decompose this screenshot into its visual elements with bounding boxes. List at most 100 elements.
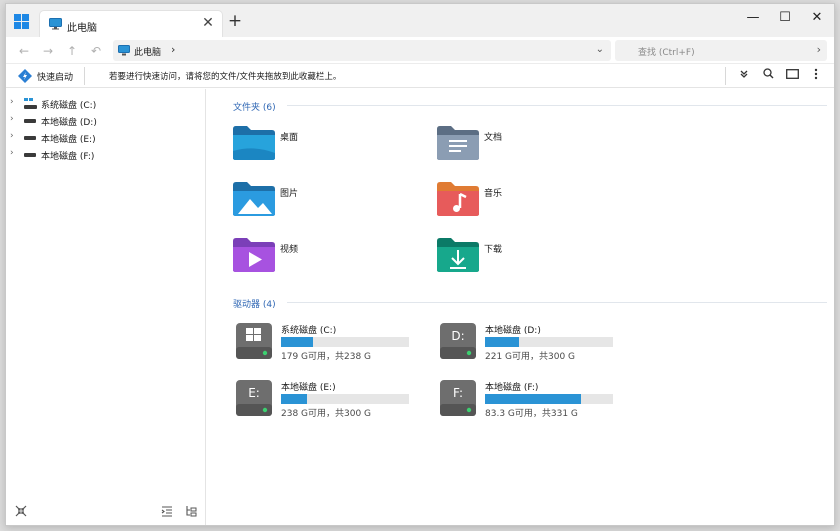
drive-space-info: 238 G可用，共300 G (281, 409, 372, 419)
panel-icon[interactable] (784, 68, 800, 84)
expand-chevron-icon[interactable]: › (10, 131, 14, 141)
expand-chevron-icon[interactable]: › (10, 148, 14, 158)
folder-videos[interactable]: 视频 (232, 237, 432, 279)
sidebar-item-label: 本地磁盘 (E:) (41, 135, 96, 145)
chevrons-down-icon[interactable] (736, 68, 752, 84)
title-bar: 此电脑 ✕ + — ☐ ✕ (6, 4, 834, 37)
drive-letter: F: (453, 386, 463, 400)
folder-music[interactable]: 音乐 (436, 181, 636, 223)
search-placeholder: 查找 (Ctrl+F) (638, 48, 695, 58)
drive-usage-fill (485, 394, 581, 404)
downloads-folder-icon (437, 238, 479, 272)
drive-usage-bar (485, 337, 613, 347)
folder-desktop[interactable]: 桌面 (232, 125, 432, 167)
drive-name: 本地磁盘 (E:) (281, 383, 336, 393)
drive-usage-bar (281, 394, 409, 404)
undo-button[interactable]: ↶ (88, 43, 104, 59)
folder-label: 图片 (280, 189, 299, 199)
drive-letter: E: (248, 386, 260, 400)
drive-icon: F: (440, 380, 476, 416)
expand-chevron-icon[interactable]: › (10, 114, 14, 124)
windows-drive-icon (236, 323, 272, 359)
drive-icon (24, 119, 36, 123)
breadcrumb-chevron-icon[interactable]: › (171, 43, 175, 56)
divider (84, 67, 85, 85)
drive-e[interactable]: E: 本地磁盘 (E:) 238 G可用，共300 G (235, 379, 425, 423)
tab-close-button[interactable]: ✕ (200, 14, 216, 32)
pictures-folder-icon (233, 182, 275, 216)
drive-name: 本地磁盘 (D:) (485, 326, 541, 336)
breadcrumb-this-pc[interactable]: 此电脑 (134, 45, 161, 58)
folder-pictures[interactable]: 图片 (232, 181, 432, 223)
drive-name: 本地磁盘 (F:) (485, 383, 539, 393)
sidebar-item-drive-f[interactable]: › 本地磁盘 (F:) (10, 148, 200, 164)
drive-d[interactable]: D: 本地磁盘 (D:) 221 G可用，共300 G (439, 322, 629, 366)
videos-folder-icon (233, 238, 275, 272)
minimize-button[interactable]: — (741, 9, 765, 27)
drive-space-info: 83.3 G可用，共331 G (485, 409, 578, 419)
address-bar: ← → ↑ ↶ 此电脑 › ⌄ 查找 (Ctrl+F) › (6, 37, 834, 64)
sidebar-item-label: 系统磁盘 (C:) (41, 101, 97, 111)
desktop-folder-icon (233, 126, 275, 160)
drive-space-info: 179 G可用，共238 G (281, 352, 372, 362)
maximize-button[interactable]: ☐ (773, 9, 797, 27)
windows-drive-icon (24, 98, 37, 109)
quick-access-hint: 若要进行快速访问，请将您的文件/文件夹拖放到此收藏栏上。 (109, 72, 342, 82)
tree-view-icon[interactable] (184, 505, 198, 519)
drive-space-info: 221 G可用，共300 G (485, 352, 576, 362)
monitor-icon (118, 45, 130, 56)
drive-usage-fill (281, 337, 313, 347)
folder-documents[interactable]: 文档 (436, 125, 636, 167)
expand-chevron-icon[interactable]: › (10, 97, 14, 107)
sidebar-item-label: 本地磁盘 (F:) (41, 152, 95, 162)
folders-section-title[interactable]: 文件夹 (6) (233, 100, 276, 113)
quick-access-bar: 快速启动 若要进行快速访问，请将您的文件/文件夹拖放到此收藏栏上。 (6, 64, 834, 88)
music-folder-icon (437, 182, 479, 216)
sidebar: › 系统磁盘 (C:) › 本地磁盘 (D:) › 本地磁盘 (E:) › 本地… (6, 89, 206, 525)
folder-label: 音乐 (484, 189, 503, 199)
drive-icon: E: (236, 380, 272, 416)
folder-label: 桌面 (280, 133, 299, 143)
folder-label: 视频 (280, 245, 299, 255)
drive-icon: D: (440, 323, 476, 359)
new-tab-button[interactable]: + (226, 13, 244, 31)
folder-downloads[interactable]: 下载 (436, 237, 636, 279)
drive-name: 系统磁盘 (C:) (281, 326, 337, 336)
sidebar-item-drive-e[interactable]: › 本地磁盘 (E:) (10, 131, 200, 147)
drives-section-title[interactable]: 驱动器 (4) (233, 297, 276, 310)
search-input[interactable]: 查找 (Ctrl+F) › (615, 40, 827, 61)
lightning-icon (18, 69, 32, 83)
up-button[interactable]: ↑ (64, 43, 80, 59)
path-dropdown-icon[interactable]: ⌄ (596, 44, 604, 55)
section-divider (287, 105, 827, 106)
forward-button[interactable]: → (40, 43, 56, 59)
drive-icon (24, 153, 36, 157)
file-explorer-window: 此电脑 ✕ + — ☐ ✕ ← → ↑ ↶ 此电脑 › ⌄ 查找 (Ctrl+F… (5, 3, 835, 526)
documents-folder-icon (437, 126, 479, 160)
divider (725, 67, 726, 85)
sidebar-item-drive-d[interactable]: › 本地磁盘 (D:) (10, 114, 200, 130)
drive-usage-fill (485, 337, 519, 347)
section-divider (287, 302, 827, 303)
search-go-icon[interactable]: › (817, 43, 821, 56)
more-icon[interactable] (808, 68, 824, 84)
folder-label: 下载 (484, 245, 503, 255)
collapse-all-icon[interactable] (14, 505, 28, 519)
search-icon[interactable] (760, 68, 776, 84)
back-button[interactable]: ← (16, 43, 32, 59)
drive-f[interactable]: F: 本地磁盘 (F:) 83.3 G可用，共331 G (439, 379, 629, 423)
drive-usage-bar (281, 337, 409, 347)
drive-icon (24, 136, 36, 140)
indent-icon[interactable] (160, 505, 174, 519)
quick-launch-label: 快速启动 (37, 73, 74, 83)
main-content: 文件夹 (6) 桌面 文档 图片 音乐 视频 下载 驱动器 (4) 系统磁盘 (… (207, 89, 834, 525)
path-bar[interactable]: 此电脑 › ⌄ (113, 40, 611, 61)
drive-letter: D: (451, 329, 464, 343)
sidebar-item-label: 本地磁盘 (D:) (41, 118, 97, 128)
drive-c[interactable]: 系统磁盘 (C:) 179 G可用，共238 G (235, 322, 425, 366)
app-logo-icon[interactable] (14, 14, 30, 30)
tab-this-pc[interactable]: 此电脑 ✕ (39, 10, 223, 37)
close-button[interactable]: ✕ (805, 9, 829, 27)
sidebar-item-drive-c[interactable]: › 系统磁盘 (C:) (10, 97, 200, 113)
monitor-icon (49, 18, 62, 30)
